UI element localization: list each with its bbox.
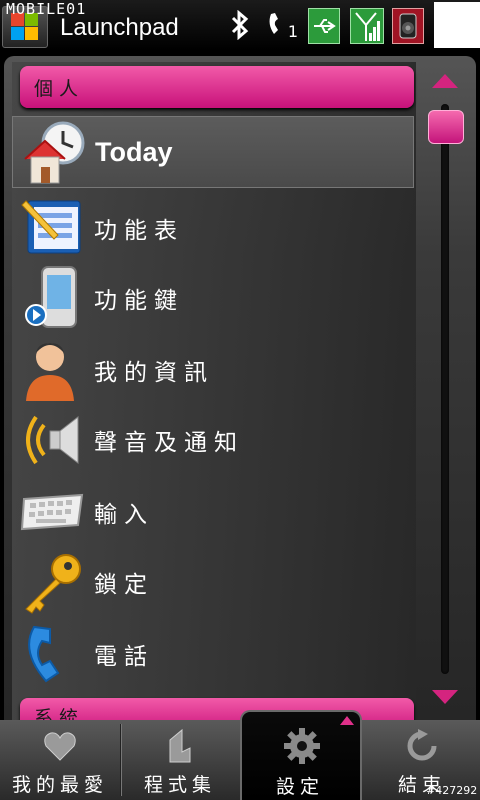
- sounds-icon: [20, 407, 86, 473]
- heart-icon: [42, 728, 78, 764]
- bluetooth-icon[interactable]: [226, 8, 254, 42]
- tab-favorites[interactable]: 我的最愛: [0, 720, 120, 800]
- tab-programs[interactable]: 程式集: [120, 720, 240, 800]
- list-item-phone[interactable]: 電話: [12, 618, 414, 690]
- item-label: 功能表: [94, 218, 184, 244]
- key-icon: [20, 549, 86, 615]
- list-item-owner-info[interactable]: 我的資訊: [12, 334, 414, 406]
- call-status-icon[interactable]: 1: [262, 8, 302, 42]
- menu-icon: [20, 195, 86, 261]
- scroll-down-arrow-icon[interactable]: [432, 690, 458, 704]
- item-label: 鎖定: [94, 572, 154, 598]
- list-item-today[interactable]: Today: [12, 116, 414, 188]
- scroll-up-arrow-icon[interactable]: [432, 74, 458, 88]
- scrollbar-track[interactable]: [441, 104, 449, 674]
- section-header-personal[interactable]: 個人: [20, 66, 414, 108]
- list-item-lock[interactable]: 鎖定: [12, 546, 414, 618]
- tab-label: 程式集: [143, 774, 216, 796]
- list-item-buttons[interactable]: 功能鍵: [12, 262, 414, 334]
- item-label: 聲音及通知: [94, 430, 244, 456]
- keyboard-icon: [20, 479, 86, 545]
- item-label: 我的資訊: [94, 360, 214, 386]
- item-label: 輸入: [94, 502, 154, 528]
- list-item-input[interactable]: 輸入: [12, 476, 414, 548]
- volume-icon[interactable]: [392, 8, 424, 44]
- phone-icon: [20, 621, 86, 687]
- today-clock-house-icon: [21, 119, 87, 185]
- item-label: Today: [95, 136, 173, 167]
- usb-connection-icon[interactable]: [308, 8, 340, 44]
- item-label: 功能鍵: [94, 288, 184, 314]
- signal-strength-icon[interactable]: [350, 8, 384, 44]
- app-title: Launchpad: [60, 14, 179, 41]
- gear-icon: [282, 726, 320, 764]
- section-title: 個人: [34, 77, 85, 100]
- blank-area: [434, 2, 480, 48]
- scrollbar-thumb[interactable]: [428, 110, 464, 144]
- exit-icon: [404, 728, 440, 764]
- buttons-icon: [20, 265, 86, 331]
- item-label: 電話: [94, 644, 154, 670]
- list-item-sounds[interactable]: 聲音及通知: [12, 404, 414, 476]
- tab-label: 我的最愛: [11, 774, 108, 796]
- list-item-menu[interactable]: 功能表: [12, 192, 414, 264]
- owner-info-icon: [20, 337, 86, 403]
- image-id-label: #427292: [426, 784, 478, 797]
- tab-label: 設定: [275, 776, 324, 798]
- active-tab-indicator-icon: [340, 716, 354, 725]
- programs-icon: [162, 728, 198, 764]
- call-count: 1: [287, 21, 299, 41]
